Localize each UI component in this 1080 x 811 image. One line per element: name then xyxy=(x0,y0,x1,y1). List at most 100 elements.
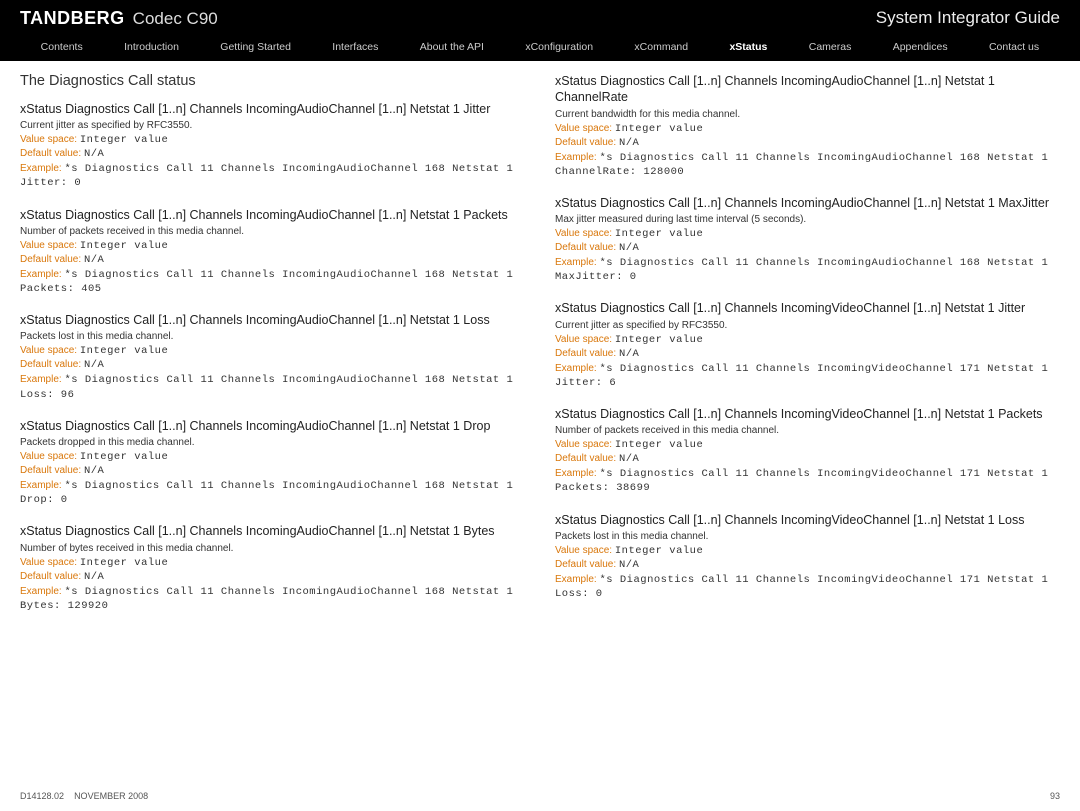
value-space-value: Integer value xyxy=(615,334,703,346)
example-label: Example: xyxy=(555,468,597,479)
nav-item-xcommand[interactable]: xCommand xyxy=(628,39,694,55)
default-value-value: N/A xyxy=(84,359,104,371)
value-space-row: Value space: Integer value xyxy=(555,228,1060,240)
entry-description: Current jitter as specified by RFC3550. xyxy=(20,120,525,131)
default-value-row: Default value: N/A xyxy=(555,348,1060,360)
nav-item-xstatus[interactable]: xStatus xyxy=(723,39,773,55)
example-row: Example: *s Diagnostics Call 11 Channels… xyxy=(20,162,525,190)
status-entry: xStatus Diagnostics Call [1..n] Channels… xyxy=(20,312,525,402)
default-value-label: Default value: xyxy=(20,254,81,265)
default-value-label: Default value: xyxy=(555,453,616,464)
nav-item-contents[interactable]: Contents xyxy=(35,39,89,55)
entry-title: xStatus Diagnostics Call [1..n] Channels… xyxy=(20,101,525,117)
doc-id: D14128.02 xyxy=(20,791,64,801)
brand-block: TANDBERG Codec C90 xyxy=(20,8,218,29)
example-label: Example: xyxy=(20,163,62,174)
status-entry: xStatus Diagnostics Call [1..n] Channels… xyxy=(20,207,525,297)
value-space-value: Integer value xyxy=(80,557,168,569)
default-value-row: Default value: N/A xyxy=(20,571,525,583)
default-value-value: N/A xyxy=(619,348,639,360)
example-row: Example: *s Diagnostics Call 11 Channels… xyxy=(555,573,1060,601)
default-value-label: Default value: xyxy=(20,148,81,159)
value-space-row: Value space: Integer value xyxy=(555,334,1060,346)
value-space-label: Value space: xyxy=(20,557,77,568)
product-name: Codec C90 xyxy=(133,9,218,29)
value-space-label: Value space: xyxy=(20,451,77,462)
nav-bar: Contents Introduction Getting Started Inter… xyxy=(0,36,1080,61)
default-value-label: Default value: xyxy=(555,242,616,253)
example-text: *s Diagnostics Call 11 Channels Incoming… xyxy=(20,374,513,400)
value-space-row: Value space: Integer value xyxy=(555,123,1060,135)
value-space-value: Integer value xyxy=(80,451,168,463)
status-entry: xStatus Diagnostics Call [1..n] Channels… xyxy=(20,418,525,508)
status-entry: xStatus Diagnostics Call [1..n] Channels… xyxy=(555,406,1060,496)
entry-description: Packets lost in this media channel. xyxy=(555,531,1060,542)
nav-item-about-the-api[interactable]: About the API xyxy=(414,39,490,55)
default-value-value: N/A xyxy=(84,465,104,477)
value-space-value: Integer value xyxy=(615,123,703,135)
footer: D14128.02 NOVEMBER 2008 93 xyxy=(20,791,1060,801)
nav-item-contact-us[interactable]: Contact us xyxy=(983,39,1045,55)
page-number: 93 xyxy=(1050,791,1060,801)
entry-title: xStatus Diagnostics Call [1..n] Channels… xyxy=(20,418,525,434)
value-space-row: Value space: Integer value xyxy=(555,439,1060,451)
default-value-value: N/A xyxy=(619,453,639,465)
value-space-row: Value space: Integer value xyxy=(20,345,525,357)
example-label: Example: xyxy=(20,480,62,491)
entry-title: xStatus Diagnostics Call [1..n] Channels… xyxy=(555,512,1060,528)
entry-description: Current bandwidth for this media channel… xyxy=(555,109,1060,120)
entry-title: xStatus Diagnostics Call [1..n] Channels… xyxy=(555,300,1060,316)
default-value-label: Default value: xyxy=(20,359,81,370)
doc-date: NOVEMBER 2008 xyxy=(74,791,148,801)
entry-description: Max jitter measured during last time int… xyxy=(555,214,1060,225)
section-heading: The Diagnostics Call status xyxy=(20,73,525,89)
value-space-label: Value space: xyxy=(20,240,77,251)
default-value-value: N/A xyxy=(84,571,104,583)
entry-description: Packets dropped in this media channel. xyxy=(20,437,525,448)
value-space-label: Value space: xyxy=(20,134,77,145)
value-space-label: Value space: xyxy=(555,545,612,556)
example-label: Example: xyxy=(555,257,597,268)
example-row: Example: *s Diagnostics Call 11 Channels… xyxy=(20,479,525,507)
status-entry: xStatus Diagnostics Call [1..n] Channels… xyxy=(555,512,1060,602)
value-space-label: Value space: xyxy=(555,228,612,239)
value-space-row: Value space: Integer value xyxy=(555,545,1060,557)
value-space-label: Value space: xyxy=(555,439,612,450)
nav-item-cameras[interactable]: Cameras xyxy=(803,39,858,55)
nav-item-appendices[interactable]: Appendices xyxy=(887,39,954,55)
example-row: Example: *s Diagnostics Call 11 Channels… xyxy=(555,151,1060,179)
default-value-value: N/A xyxy=(84,148,104,160)
status-entry: xStatus Diagnostics Call [1..n] Channels… xyxy=(20,101,525,191)
example-row: Example: *s Diagnostics Call 11 Channels… xyxy=(20,268,525,296)
nav-item-interfaces[interactable]: Interfaces xyxy=(326,39,384,55)
default-value-value: N/A xyxy=(619,242,639,254)
entry-title: xStatus Diagnostics Call [1..n] Channels… xyxy=(20,207,525,223)
default-value-label: Default value: xyxy=(20,571,81,582)
status-entry: xStatus Diagnostics Call [1..n] Channels… xyxy=(555,300,1060,390)
example-label: Example: xyxy=(555,152,597,163)
content-area: The Diagnostics Call status xStatus Diag… xyxy=(0,61,1080,629)
entry-title: xStatus Diagnostics Call [1..n] Channels… xyxy=(555,195,1060,211)
header-bar: TANDBERG Codec C90 System Integrator Gui… xyxy=(0,0,1080,36)
value-space-label: Value space: xyxy=(20,345,77,356)
example-text: *s Diagnostics Call 11 Channels Incoming… xyxy=(555,257,1048,283)
example-row: Example: *s Diagnostics Call 11 Channels… xyxy=(555,362,1060,390)
example-text: *s Diagnostics Call 11 Channels Incoming… xyxy=(20,586,513,612)
value-space-row: Value space: Integer value xyxy=(20,134,525,146)
nav-item-introduction[interactable]: Introduction xyxy=(118,39,185,55)
entry-description: Number of bytes received in this media c… xyxy=(20,543,525,554)
default-value-value: N/A xyxy=(619,559,639,571)
nav-item-xconfiguration[interactable]: xConfiguration xyxy=(519,39,599,55)
entry-title: xStatus Diagnostics Call [1..n] Channels… xyxy=(20,312,525,328)
example-text: *s Diagnostics Call 11 Channels Incoming… xyxy=(20,163,513,189)
status-entry: xStatus Diagnostics Call [1..n] Channels… xyxy=(555,195,1060,285)
default-value-row: Default value: N/A xyxy=(555,559,1060,571)
nav-item-getting-started[interactable]: Getting Started xyxy=(214,39,297,55)
value-space-row: Value space: Integer value xyxy=(20,240,525,252)
example-label: Example: xyxy=(555,574,597,585)
value-space-row: Value space: Integer value xyxy=(20,557,525,569)
example-text: *s Diagnostics Call 11 Channels Incoming… xyxy=(20,480,513,506)
example-row: Example: *s Diagnostics Call 11 Channels… xyxy=(555,467,1060,495)
entry-description: Packets lost in this media channel. xyxy=(20,331,525,342)
default-value-row: Default value: N/A xyxy=(555,242,1060,254)
